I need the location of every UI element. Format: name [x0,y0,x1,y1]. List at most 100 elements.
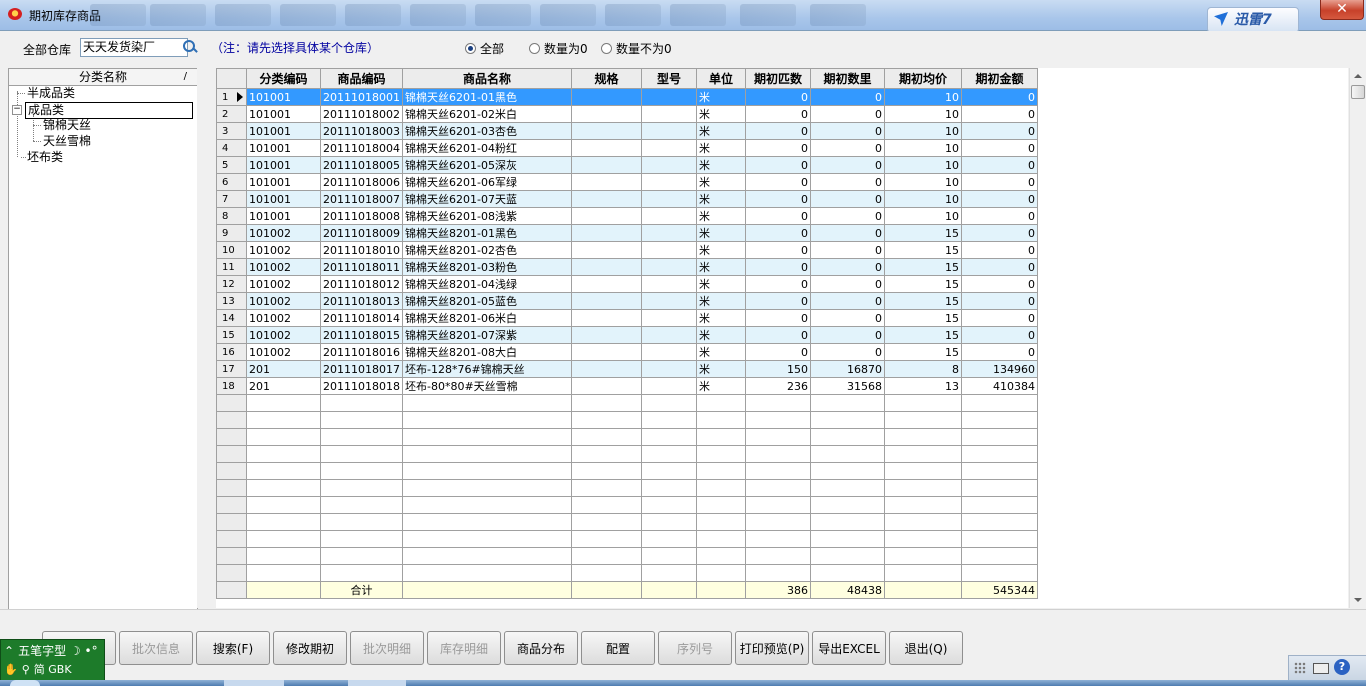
cell-model[interactable] [640,105,697,123]
cell-initial-quantity[interactable]: 0 [809,105,885,123]
cell-initial-avg-price[interactable]: 10 [883,105,962,123]
cell-spec[interactable] [570,190,642,208]
keyboard-icon[interactable] [1313,663,1329,674]
col-category-code[interactable]: 分类编码 [246,68,321,89]
cell-initial-quantity[interactable]: 0 [809,173,885,191]
cell-row-number[interactable]: 8 [216,207,247,225]
cell-initial-quantity[interactable]: 0 [809,207,885,225]
cell-initial-quantity[interactable]: 0 [809,258,885,276]
cell-initial-quantity[interactable]: 16870 [809,360,885,378]
cell-category-code[interactable]: 201 [246,360,321,378]
cell-category-code[interactable]: 101002 [246,275,321,293]
cell-product-code[interactable]: 20111018005 [320,156,403,174]
cell-model[interactable] [640,241,697,259]
cell-model[interactable] [640,122,697,140]
cell-initial-pieces[interactable]: 0 [744,122,811,140]
ime-simplified[interactable]: 简 [34,663,45,676]
cell-unit[interactable]: 米 [695,258,746,276]
cell-initial-quantity[interactable]: 0 [809,326,885,344]
batch-detail-button[interactable]: 批次明细 [350,631,424,665]
table-row[interactable]: 2 101001 20111018002 锦棉天丝6201-02米白米 0 0 10 0 [216,105,1038,123]
cell-initial-avg-price[interactable]: 8 [883,360,962,378]
cell-model[interactable] [640,173,697,191]
tree-node-finished[interactable]: 成品类 [25,102,193,119]
cell-initial-amount[interactable]: 0 [960,156,1038,174]
cell-unit[interactable]: 米 [695,377,746,395]
cell-product-code[interactable]: 20111018011 [320,258,403,276]
cell-category-code[interactable]: 101001 [246,139,321,157]
cell-initial-amount[interactable]: 134960 [960,360,1038,378]
cell-product-name[interactable]: 锦棉天丝6201-05深灰 [401,156,572,174]
cell-initial-quantity[interactable]: 31568 [809,377,885,395]
warehouse-input[interactable]: 天天发货染厂 [80,38,188,57]
cell-product-code[interactable]: 20111018015 [320,326,403,344]
cell-initial-quantity[interactable]: 0 [809,224,885,242]
cell-unit[interactable]: 米 [695,241,746,259]
col-product-code[interactable]: 商品编码 [320,68,403,89]
cell-initial-quantity[interactable]: 0 [809,292,885,310]
cell-category-code[interactable]: 101001 [246,88,321,106]
cell-category-code[interactable]: 101002 [246,326,321,344]
cell-spec[interactable] [570,309,642,327]
cell-unit[interactable]: 米 [695,156,746,174]
cell-product-name[interactable]: 锦棉天丝8201-02杏色 [401,241,572,259]
radio-qty-zero[interactable]: 数量为0 [529,40,588,57]
cell-initial-avg-price[interactable]: 10 [883,156,962,174]
cell-unit[interactable]: 米 [695,343,746,361]
cell-initial-pieces[interactable]: 0 [744,105,811,123]
cell-spec[interactable] [570,173,642,191]
cell-model[interactable] [640,275,697,293]
cell-category-code[interactable]: 101002 [246,309,321,327]
export-excel-button[interactable]: 导出EXCEL [812,631,886,665]
cell-row-number[interactable]: 18 [216,377,247,395]
cell-initial-amount[interactable]: 0 [960,309,1038,327]
product-distribution-button[interactable]: 商品分布 [504,631,578,665]
cell-product-code[interactable]: 20111018016 [320,343,403,361]
config-button[interactable]: 配置 [581,631,655,665]
cell-product-name[interactable]: 坯布-80*80#天丝雪棉 [401,377,572,395]
cell-row-number[interactable]: 1 [216,88,247,106]
cell-model[interactable] [640,139,697,157]
cell-row-number[interactable]: 17 [216,360,247,378]
cell-model[interactable] [640,309,697,327]
cell-product-name[interactable]: 锦棉天丝6201-01黑色 [401,88,572,106]
col-initial-quantity[interactable]: 期初数里 [809,68,885,89]
cell-category-code[interactable]: 101002 [246,343,321,361]
cell-initial-avg-price[interactable]: 10 [883,190,962,208]
cell-row-number[interactable]: 11 [216,258,247,276]
table-row[interactable]: 12 101002 20111018012 锦棉天丝8201-04浅绿米 0 0 15 0 [216,275,1038,293]
cell-spec[interactable] [570,241,642,259]
cell-row-number[interactable]: 4 [216,139,247,157]
cell-product-code[interactable]: 20111018003 [320,122,403,140]
cell-spec[interactable] [570,207,642,225]
tree-node-raw-cloth[interactable]: 坯布类 [27,150,63,165]
cell-initial-pieces[interactable]: 0 [744,343,811,361]
cell-product-name[interactable]: 锦棉天丝8201-04浅绿 [401,275,572,293]
table-row[interactable]: 4 101001 20111018004 锦棉天丝6201-04粉红米 0 0 10 0 [216,139,1038,157]
cell-product-code[interactable]: 20111018002 [320,105,403,123]
cell-product-code[interactable]: 20111018001 [320,88,403,106]
cell-spec[interactable] [570,88,642,106]
table-row[interactable]: 1 101001 20111018001 锦棉天丝6201-01黑色米 0 0 10 0 [216,88,1038,106]
cell-product-code[interactable]: 20111018017 [320,360,403,378]
cell-initial-quantity[interactable]: 0 [809,343,885,361]
cell-row-number[interactable]: 5 [216,156,247,174]
cell-product-code[interactable]: 20111018007 [320,190,403,208]
cell-product-name[interactable]: 锦棉天丝8201-05蓝色 [401,292,572,310]
cell-initial-quantity[interactable]: 0 [809,275,885,293]
cell-initial-pieces[interactable]: 0 [744,309,811,327]
cell-initial-avg-price[interactable]: 15 [883,258,962,276]
cell-spec[interactable] [570,122,642,140]
cell-spec[interactable] [570,105,642,123]
cell-spec[interactable] [570,258,642,276]
cell-product-name[interactable]: 锦棉天丝8201-08大白 [401,343,572,361]
table-row[interactable]: 15 101002 20111018015 锦棉天丝8201-07深紫米 0 0 15 0 [216,326,1038,344]
cell-initial-avg-price[interactable]: 15 [883,309,962,327]
ime-punct-icon[interactable]: •° [85,644,98,658]
cell-product-name[interactable]: 锦棉天丝6201-06军绿 [401,173,572,191]
cell-row-number[interactable]: 3 [216,122,247,140]
cell-initial-amount[interactable]: 0 [960,326,1038,344]
cell-category-code[interactable]: 101001 [246,190,321,208]
table-row[interactable]: 17 201 20111018017 坯布-128*76#锦棉天丝 米 150 16870 8… [216,360,1038,378]
cell-spec[interactable] [570,343,642,361]
